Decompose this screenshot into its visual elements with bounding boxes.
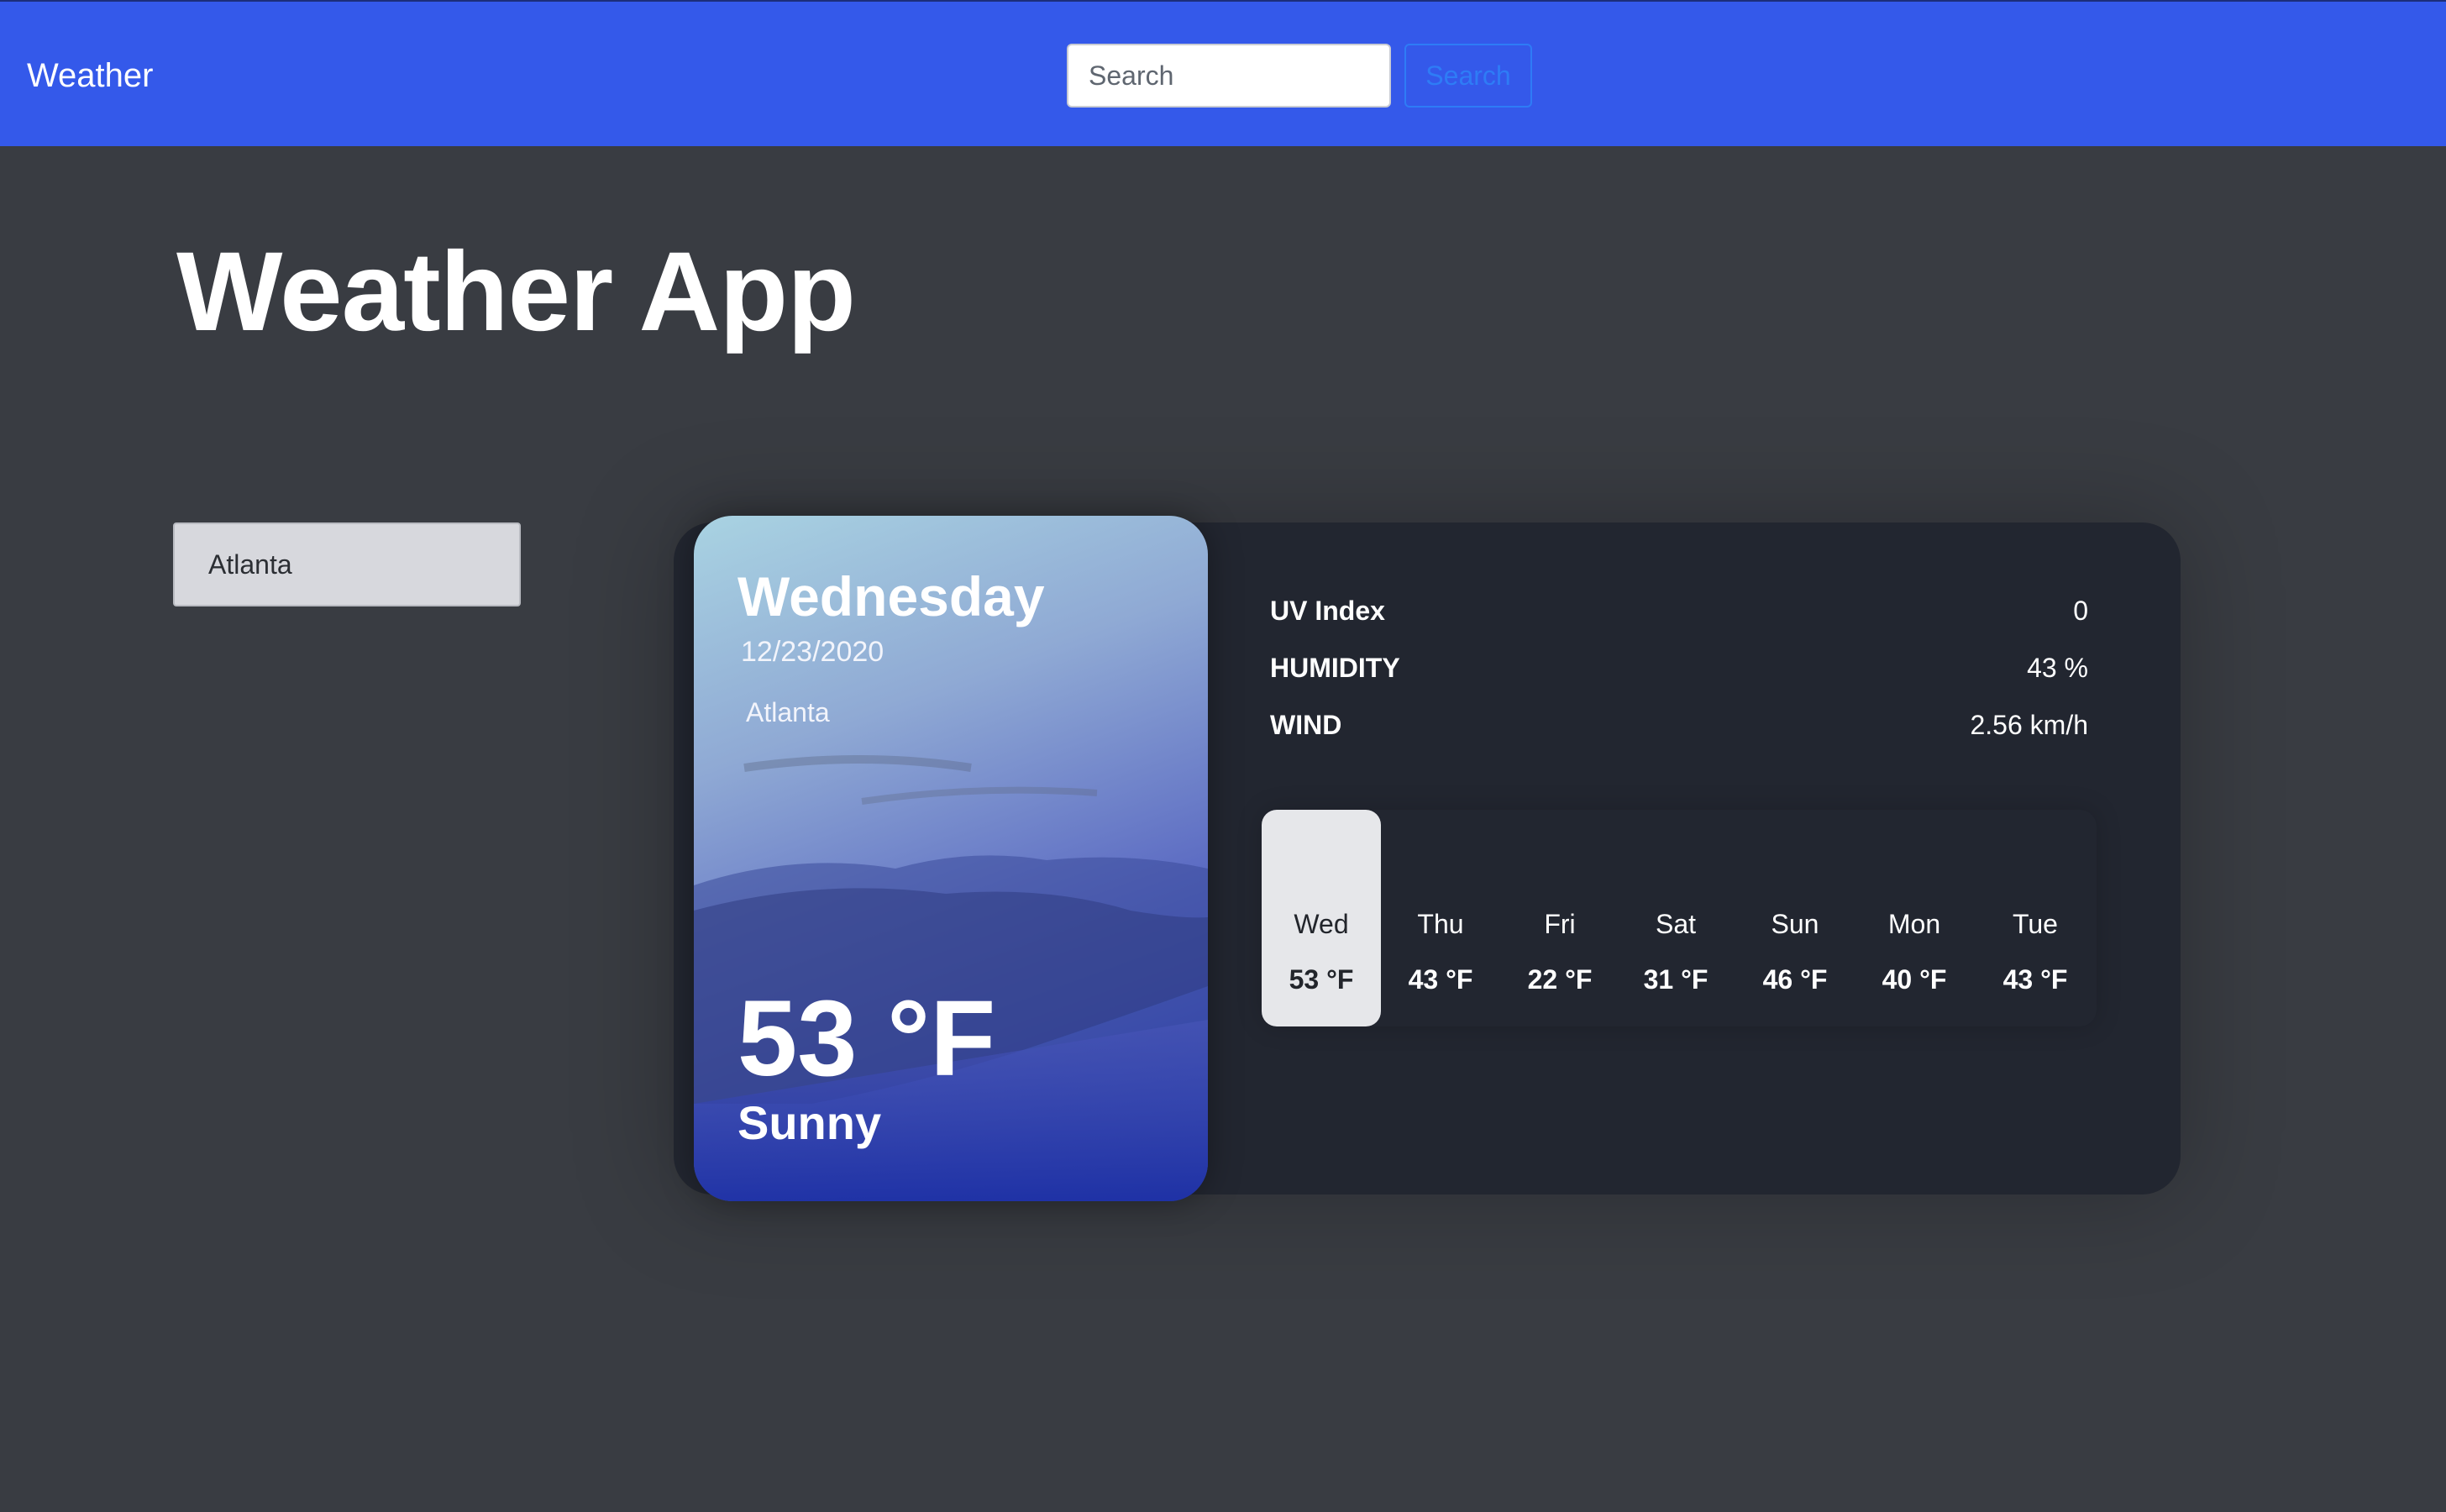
today-condition: Sunny	[737, 1096, 882, 1149]
forecast-day-wed[interactable]: Wed 53 °F	[1262, 810, 1381, 1026]
forecast-day-name: Mon	[1887, 909, 1941, 939]
today-temperature: 53 °F	[737, 979, 996, 1099]
forecast-day-tue[interactable]: Tue 43 °F	[1976, 810, 2095, 1026]
forecast-day-name: Sun	[1771, 909, 1819, 939]
forecast-day-temp: 43 °F	[2002, 964, 2068, 995]
forecast-day-temp: 40 °F	[1882, 964, 1947, 995]
stat-value: 43 %	[2027, 653, 2088, 683]
forecast-day-name: Thu	[1417, 909, 1464, 939]
stat-label: HUMIDITY	[1270, 653, 1400, 683]
forecast-day-thu[interactable]: Thu 43 °F	[1381, 810, 1500, 1026]
search-input[interactable]	[1067, 44, 1391, 108]
forecast-day-fri[interactable]: Fri 22 °F	[1500, 810, 1619, 1026]
forecast-day-temp: 43 °F	[1408, 964, 1473, 995]
today-day: Wednesday	[737, 565, 1045, 627]
stat-uv-index: UV Index 0	[1270, 590, 2088, 632]
stat-label: UV Index	[1270, 596, 1385, 626]
forecast-day-sat[interactable]: Sat 31 °F	[1616, 810, 1735, 1026]
page-title: Weather App	[176, 229, 856, 354]
forecast-day-temp: 22 °F	[1527, 964, 1593, 995]
search-button[interactable]: Search	[1404, 44, 1532, 108]
forecast-strip: Wed 53 °F Thu 43 °F Fri 22 °F Sat 31 °F …	[1262, 810, 2097, 1026]
today-date: 12/23/2020	[741, 636, 884, 668]
forecast-day-name: Tue	[2013, 909, 2058, 939]
navbar: Weather Search	[0, 0, 2446, 146]
forecast-day-temp: 53 °F	[1289, 964, 1354, 995]
forecast-day-name: Wed	[1294, 909, 1349, 939]
stat-value: 0	[2073, 596, 2088, 626]
stat-humidity: HUMIDITY 43 %	[1270, 647, 2088, 689]
forecast-day-name: Fri	[1544, 909, 1576, 939]
forecast-day-mon[interactable]: Mon 40 °F	[1855, 810, 1974, 1026]
stat-wind: WIND 2.56 km/h	[1270, 704, 2088, 746]
brand-logo[interactable]: Weather	[27, 52, 153, 99]
today-card: Wednesday 12/23/2020 Atlanta 53 °F Sunny	[694, 516, 1208, 1201]
forecast-day-sun[interactable]: Sun 46 °F	[1735, 810, 1855, 1026]
stat-value: 2.56 km/h	[1970, 710, 2088, 740]
forecast-day-temp: 46 °F	[1762, 964, 1828, 995]
forecast-day-name: Sat	[1655, 909, 1697, 939]
stat-label: WIND	[1270, 710, 1342, 740]
forecast-day-temp: 31 °F	[1643, 964, 1709, 995]
today-city: Atlanta	[746, 697, 830, 727]
saved-city-button[interactable]: Atlanta	[173, 522, 521, 606]
